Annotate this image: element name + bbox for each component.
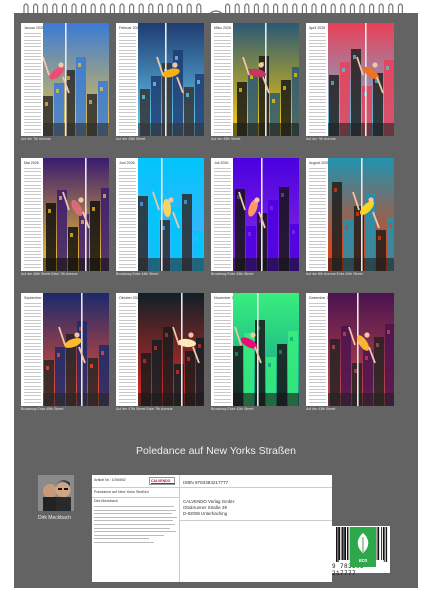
- month-thumbnail: August 2026 Auf der 8th Avenue Ecke 40th …: [306, 158, 394, 276]
- publisher-info-panel: Artikel Nr.: 1094592 CALVENDO Poledance …: [92, 475, 390, 582]
- birthday-planner-column: April 2026: [306, 23, 328, 136]
- month-page: Dezember 2026: [306, 293, 394, 406]
- month-photo: [328, 293, 394, 406]
- month-thumbnail: Dezember 2026 Auf der 43th Street: [306, 293, 394, 411]
- photo-caption: Broadway Ecke 43th Street: [211, 272, 254, 276]
- month-page: März 2026: [211, 23, 299, 136]
- photo-caption: Auf der 7th Avenue: [21, 137, 51, 141]
- month-name: Juni 2026: [119, 161, 135, 165]
- month-photo: [43, 23, 109, 136]
- month-thumbnail: April 2026 Auf der 7th Avenue: [306, 23, 394, 141]
- month-page: Januar 2026: [21, 23, 109, 136]
- photo-caption: Auf der 7th Avenue: [306, 137, 336, 141]
- photo-caption: Broadway Ecke 44th Street: [116, 272, 159, 276]
- month-photo: [43, 293, 109, 406]
- publisher-city: D-82008 Unterhaching: [183, 511, 228, 516]
- month-thumbnail: Februar 2026 Auf der 45th Street: [116, 23, 204, 141]
- month-name: Januar 2026: [24, 26, 44, 30]
- month-thumbnail: Januar 2026 Auf der 7th Avenue: [21, 23, 109, 141]
- photo-caption: Auf der 45th Street: [116, 137, 146, 141]
- photo-caption: Auf der 46th Street Ecke 7th Avenue: [21, 272, 78, 276]
- month-thumbnail: Juli 2026 Broadway Ecke 43th Street: [211, 158, 299, 276]
- product-details: Artikel Nr.: 1094592 CALVENDO Poledance …: [92, 475, 180, 582]
- month-thumbnail: März 2026 Auf der 45th Street: [211, 23, 299, 141]
- photo-caption: Auf der 43th Street: [306, 407, 336, 411]
- publisher-details: ISBN 9783383217777 CALVENDO Verlag GmbH …: [180, 475, 390, 582]
- month-name: Juli 2026: [214, 161, 229, 165]
- birthday-planner-column: September 2026: [21, 293, 51, 406]
- birthday-planner-column: Mai 2026: [21, 158, 43, 271]
- article-number: Artikel Nr.: 1094592: [94, 478, 126, 482]
- month-photo: [138, 23, 204, 136]
- leaf-icon: [357, 533, 369, 553]
- birthday-planner-column: Oktober 2026: [116, 293, 141, 406]
- month-name: Mai 2026: [24, 161, 39, 165]
- photo-caption: Auf der 8th Avenue Ecke 40th Street: [306, 272, 363, 276]
- month-thumbnail: November 2026 Broadway Ecke 42th Street: [211, 293, 299, 411]
- month-page: Mai 2026: [21, 158, 109, 271]
- month-name: April 2026: [309, 26, 326, 30]
- month-photo: [328, 23, 394, 136]
- month-photo: [138, 158, 204, 271]
- month-page: Oktober 2026: [116, 293, 204, 406]
- month-page: September 2026: [21, 293, 109, 406]
- eco-badge: eco: [350, 527, 376, 567]
- isbn: ISBN 9783383217777: [183, 480, 229, 485]
- birthday-planner-column: Juli 2026: [211, 158, 233, 271]
- birthday-planner-column: Januar 2026: [21, 23, 44, 136]
- month-photo: [138, 293, 204, 406]
- month-thumbnail: Oktober 2026 Auf der 47th Street Ecke 7th…: [116, 293, 204, 411]
- publisher-name: CALVENDO Verlag GmbH: [183, 499, 235, 504]
- month-thumbnail: September 2026 Broadway Ecke 45th Street: [21, 293, 109, 411]
- product-title: Poledance auf New Yorks Straßen: [94, 490, 149, 494]
- birthday-planner-column: März 2026: [211, 23, 233, 136]
- product-author: Dirk Meckbach: [94, 499, 118, 503]
- birthday-planner-column: Februar 2026: [116, 23, 141, 136]
- month-page: April 2026: [306, 23, 394, 136]
- month-thumbnail: Juni 2026 Broadway Ecke 44th Street: [116, 158, 204, 276]
- month-page: August 2026: [306, 158, 394, 271]
- birthday-planner-column: November 2026: [211, 293, 240, 406]
- month-photo: [233, 23, 299, 136]
- month-photo: [233, 293, 299, 406]
- month-photo: [43, 158, 109, 271]
- month-photo: [328, 158, 394, 271]
- photo-caption: Broadway Ecke 45th Street: [21, 407, 64, 411]
- month-page: Juni 2026: [116, 158, 204, 271]
- description-text-block: [94, 506, 178, 546]
- author-name: Dirk Meckbach: [38, 515, 72, 521]
- month-page: Juli 2026: [211, 158, 299, 271]
- month-page: November 2026: [211, 293, 299, 406]
- photo-caption: Auf der 47th Street Ecke 7th Avenue: [116, 407, 173, 411]
- month-page: Februar 2026: [116, 23, 204, 136]
- month-name: August 2026: [309, 161, 330, 165]
- photo-caption: Auf der 45th Street: [211, 137, 241, 141]
- month-name: März 2026: [214, 26, 231, 30]
- photo-caption: Broadway Ecke 42th Street: [211, 407, 254, 411]
- birthday-planner-column: August 2026: [306, 158, 330, 271]
- calvendo-logo: CALVENDO: [149, 477, 175, 485]
- birthday-planner-column: Dezember 2026: [306, 293, 335, 406]
- eco-label: eco: [358, 558, 368, 564]
- month-photo: [233, 158, 299, 271]
- calendar-title: Poledance auf New Yorks Straßen: [136, 445, 296, 457]
- month-thumbnail: Mai 2026 Auf der 46th Street Ecke 7th Ave…: [21, 158, 109, 276]
- publisher-street: Ottobrunner Straße 39: [183, 505, 227, 510]
- birthday-planner-column: Juni 2026: [116, 158, 138, 271]
- author-portrait: [38, 475, 74, 511]
